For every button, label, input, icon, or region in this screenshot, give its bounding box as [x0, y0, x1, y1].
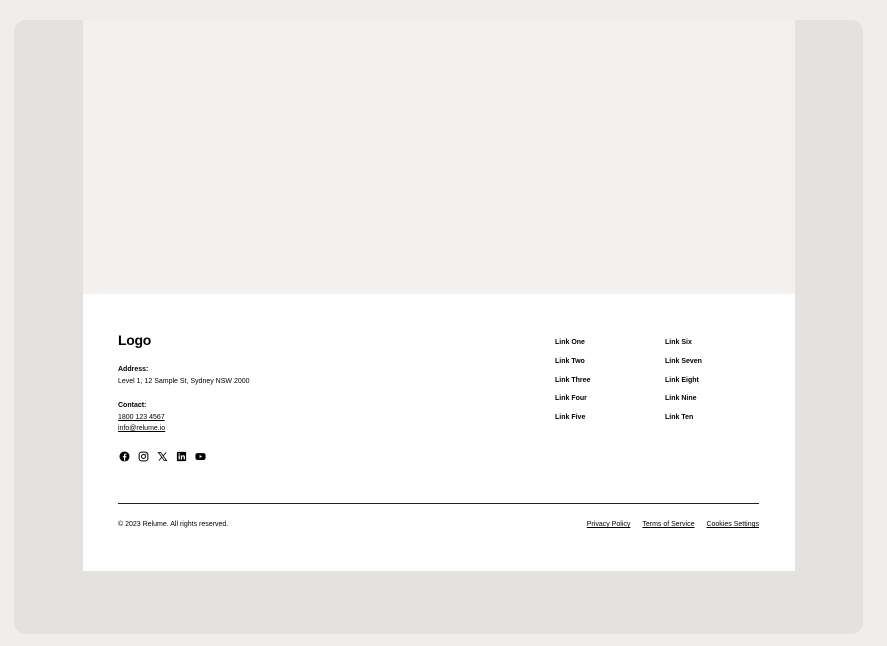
terms-of-service-link[interactable]: Terms of Service — [642, 521, 694, 528]
cookies-settings-link[interactable]: Cookies Settings — [706, 521, 759, 528]
x-icon[interactable] — [157, 451, 168, 462]
footer-link[interactable]: Link Ten — [665, 414, 702, 433]
address-label: Address: — [118, 366, 149, 373]
linkedin-icon[interactable] — [176, 451, 187, 462]
footer: Logo Address: Level 1, 12 Sample St, Syd… — [83, 294, 795, 571]
copyright-text: © 2023 Relume. All rights reserved. — [118, 521, 229, 528]
footer-link[interactable]: Link Seven — [665, 358, 702, 377]
footer-link[interactable]: Link Four — [555, 395, 590, 414]
content-placeholder — [83, 20, 795, 294]
logo[interactable]: Logo — [118, 332, 151, 348]
instagram-icon[interactable] — [138, 451, 149, 462]
footer-divider — [118, 503, 759, 504]
facebook-icon[interactable] — [119, 451, 130, 462]
address-value: Level 1, 12 Sample St, Sydney NSW 2000 — [118, 378, 250, 385]
footer-link[interactable]: Link Nine — [665, 395, 702, 414]
footer-link[interactable]: Link Three — [555, 377, 590, 396]
footer-link[interactable]: Link Five — [555, 414, 590, 433]
contact-label: Contact: — [118, 402, 147, 409]
email-link[interactable]: info@relume.io — [118, 425, 165, 432]
legal-links: Privacy Policy Terms of Service Cookies … — [587, 521, 759, 528]
footer-link[interactable]: Link Two — [555, 358, 590, 377]
youtube-icon[interactable] — [195, 451, 206, 462]
footer-link[interactable]: Link Six — [665, 339, 702, 358]
social-links — [119, 451, 206, 462]
footer-link[interactable]: Link Eight — [665, 377, 702, 396]
phone-link[interactable]: 1800 123 4567 — [118, 414, 165, 421]
privacy-policy-link[interactable]: Privacy Policy — [587, 521, 631, 528]
footer-link[interactable]: Link One — [555, 339, 590, 358]
footer-links-column-2: Link Six Link Seven Link Eight Link Nine… — [665, 339, 702, 433]
footer-links-column-1: Link One Link Two Link Three Link Four L… — [555, 339, 590, 433]
